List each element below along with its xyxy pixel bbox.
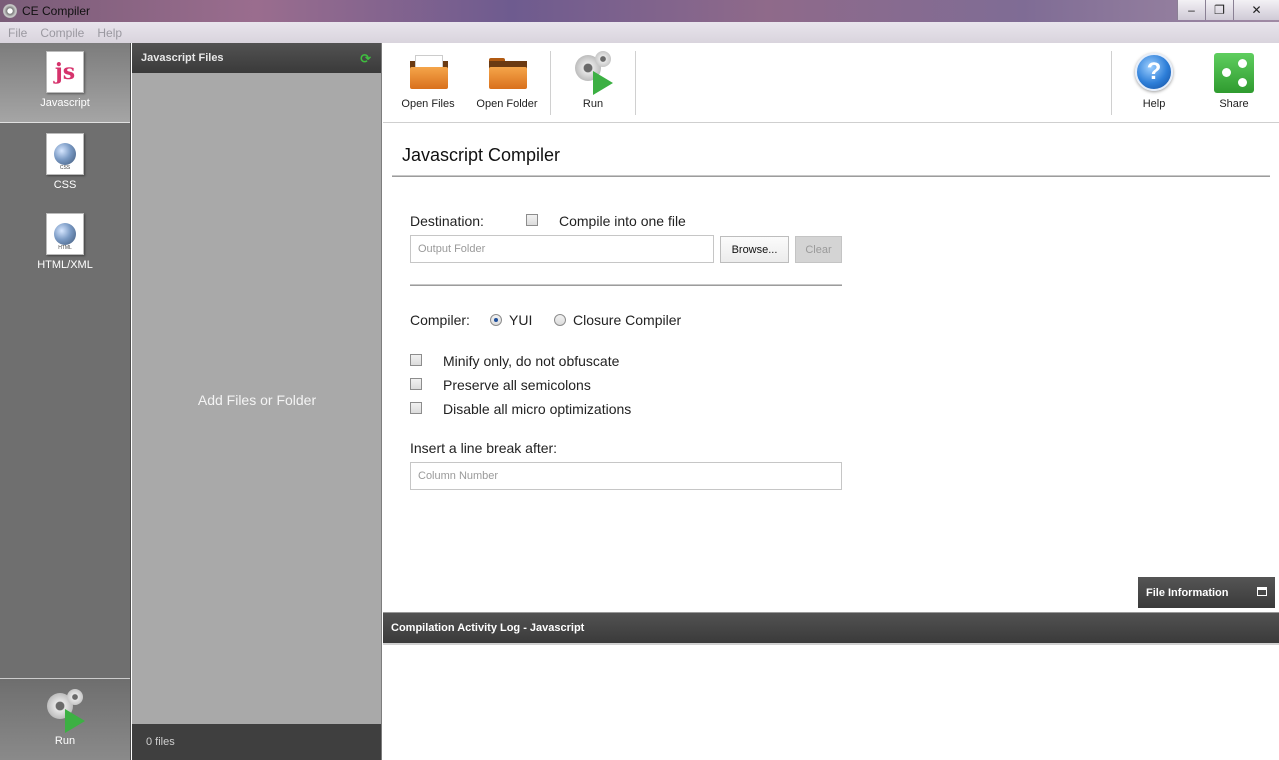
nav-item-label: HTML/XML [37, 259, 93, 271]
refresh-icon[interactable]: ⟳ [360, 51, 371, 67]
javascript-file-icon: js [46, 51, 84, 93]
nav-item-css[interactable]: CSS CSS [0, 125, 130, 205]
log-header: Compilation Activity Log - Javascript [383, 613, 1279, 645]
yui-radio[interactable] [490, 314, 502, 326]
run-button[interactable]: Run [570, 43, 616, 123]
minify-only-checkbox[interactable] [410, 354, 422, 366]
nav-item-label: CSS [53, 179, 77, 191]
minify-only-label: Minify only, do not obfuscate [443, 353, 620, 369]
menu-help[interactable]: Help [97, 26, 122, 40]
open-folder-label: Open Folder [476, 98, 538, 110]
share-button[interactable]: Share [1211, 43, 1257, 123]
files-panel-title: Javascript Files [141, 52, 224, 64]
menu-compile[interactable]: Compile [40, 26, 84, 40]
css-badge: CSS [59, 165, 71, 171]
divider [392, 175, 1270, 177]
clear-button[interactable]: Clear [795, 236, 842, 263]
files-count: 0 files [132, 724, 381, 760]
help-label: Help [1142, 98, 1166, 110]
yui-label: YUI [509, 312, 533, 328]
open-files-icon [406, 53, 450, 93]
preserve-semicolons-label: Preserve all semicolons [443, 377, 591, 393]
open-folder-icon [485, 53, 529, 93]
html-badge: HTML [58, 245, 72, 251]
toolbar-separator [550, 51, 551, 115]
nav-run-label: Run [54, 735, 76, 747]
open-folder-button[interactable]: Open Folder [476, 43, 538, 123]
help-icon: ? [1132, 53, 1176, 93]
gear-run-icon [571, 51, 615, 95]
preserve-semicolons-checkbox[interactable] [410, 378, 422, 390]
window-controls: ‒ ❐ ✕ [1177, 0, 1279, 20]
line-break-label: Insert a line break after: [410, 440, 558, 456]
divider [410, 284, 842, 286]
files-panel-header: Javascript Files ⟳ [132, 43, 381, 73]
compiler-label: Compiler: [410, 312, 470, 328]
disable-micro-optimizations-checkbox[interactable] [410, 402, 422, 414]
gear-run-icon [43, 689, 87, 733]
destination-label: Destination: [410, 213, 484, 229]
compilation-log: Compilation Activity Log - Javascript [383, 612, 1279, 760]
menu-file[interactable]: File [8, 26, 27, 40]
closure-compiler-radio[interactable] [554, 314, 566, 326]
nav-item-label: Javascript [40, 97, 90, 109]
help-button[interactable]: ? Help [1131, 43, 1177, 123]
window-title: CE Compiler [22, 4, 91, 18]
left-nav: js Javascript CSS CSS HTML HTML/XML Run [0, 43, 131, 760]
nav-item-html-xml[interactable]: HTML HTML/XML [0, 205, 130, 285]
disable-micro-optimizations-label: Disable all micro optimizations [443, 401, 632, 417]
close-button[interactable]: ✕ [1233, 0, 1279, 20]
html-file-icon: HTML [46, 213, 84, 255]
menu-bar: File Compile Help [0, 22, 1279, 43]
minimize-button[interactable]: ‒ [1177, 0, 1205, 20]
toolbar-separator [1111, 51, 1112, 115]
output-folder-input[interactable] [410, 235, 714, 263]
file-information-label: File Information [1146, 586, 1229, 599]
maximize-icon[interactable] [1257, 587, 1267, 596]
restore-button[interactable]: ❐ [1205, 0, 1233, 20]
page-title: Javascript Compiler [402, 145, 561, 165]
add-files-placeholder[interactable]: Add Files or Folder [132, 392, 382, 408]
toolbar: Open Files Open Folder Run ? Help Share [383, 43, 1279, 123]
open-files-button[interactable]: Open Files [401, 43, 455, 123]
open-files-label: Open Files [401, 98, 455, 110]
share-icon [1212, 53, 1256, 93]
title-bar: CE Compiler ‒ ❐ ✕ [0, 0, 1279, 22]
browse-button[interactable]: Browse... [720, 236, 789, 263]
run-label: Run [582, 98, 604, 110]
nav-run-button[interactable]: Run [0, 678, 130, 760]
compile-one-file-label: Compile into one file [559, 213, 686, 229]
share-label: Share [1219, 98, 1249, 110]
column-number-input[interactable] [410, 462, 842, 490]
compile-one-file-checkbox[interactable] [526, 214, 538, 226]
closure-compiler-label: Closure Compiler [573, 312, 682, 328]
toolbar-separator [635, 51, 636, 115]
file-information-tab[interactable]: File Information [1138, 577, 1275, 608]
gear-app-icon [3, 4, 17, 18]
nav-item-javascript[interactable]: js Javascript [0, 43, 130, 123]
files-panel: Javascript Files ⟳ Add Files or Folder 0… [132, 43, 382, 760]
compiler-settings: Javascript Compiler Destination: Compile… [383, 124, 1279, 611]
css-file-icon: CSS [46, 133, 84, 175]
